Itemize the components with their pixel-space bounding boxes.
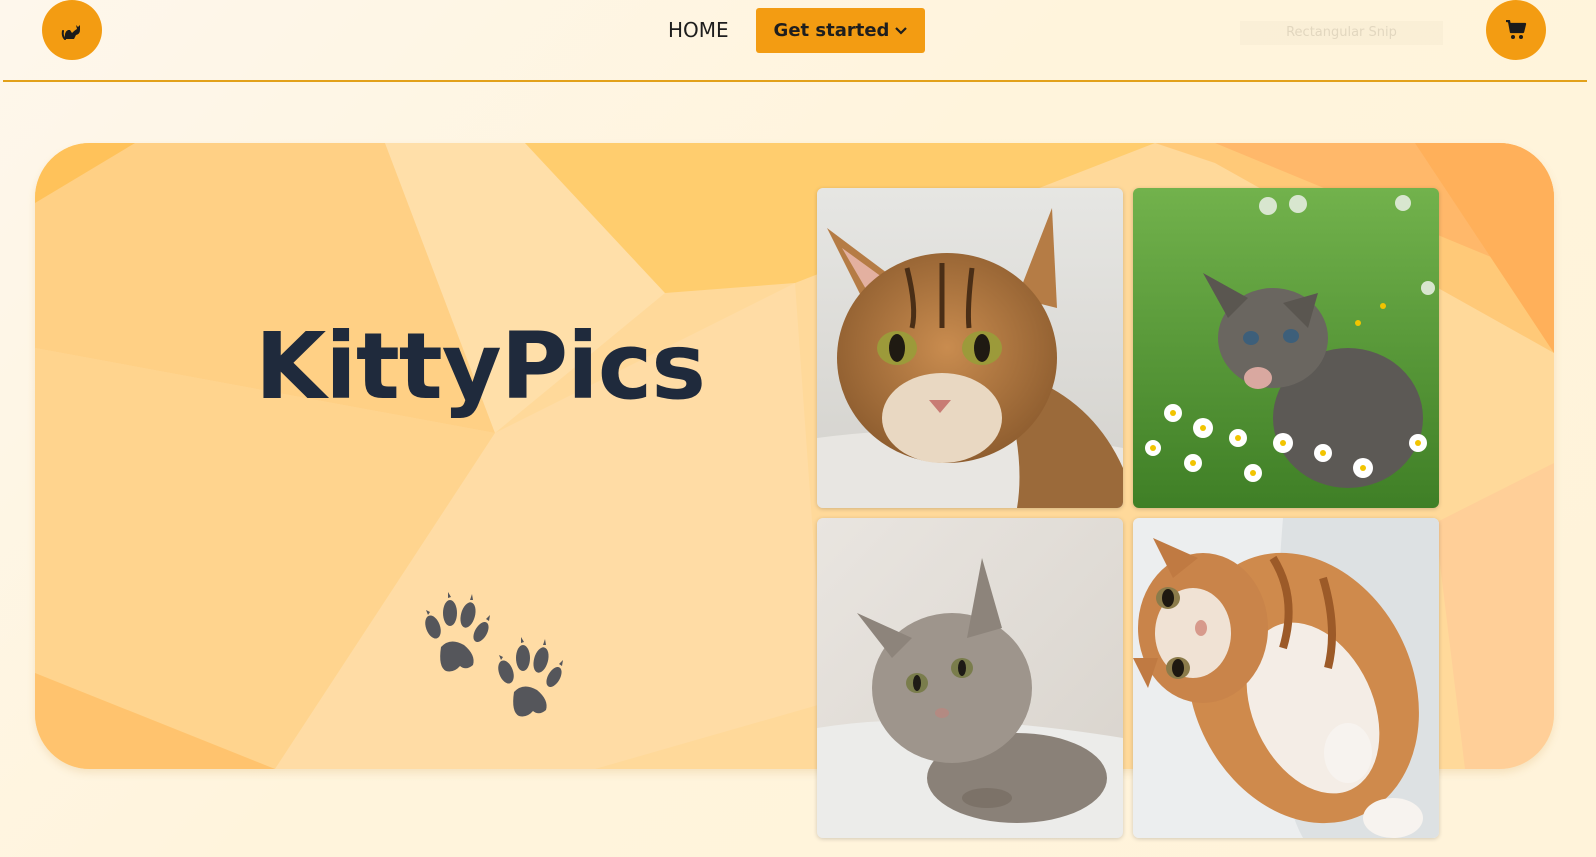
tabby-cat-photo[interactable]: [817, 188, 1123, 508]
chevron-down-icon: [895, 26, 908, 35]
get-started-button[interactable]: Get started: [756, 8, 925, 53]
paw-prints-icon: [425, 592, 563, 717]
fluffy-kitten-photo[interactable]: [817, 518, 1123, 838]
rectangular-snip-overlay: Rectangular Snip: [1240, 21, 1443, 45]
kitten-in-flowers-photo[interactable]: [1133, 188, 1439, 508]
navbar-divider: [3, 80, 1587, 82]
logo-button[interactable]: [42, 0, 102, 60]
navbar: HOME Get started Rectangular Snip: [0, 0, 1596, 81]
tabby-cat-image: [817, 188, 1123, 508]
cat-icon: [61, 25, 80, 40]
hero-title: KittyPics: [255, 313, 706, 420]
get-started-label: Get started: [773, 20, 890, 41]
ginger-kitten-photo[interactable]: [1133, 518, 1439, 838]
fluffy-kitten-image: [817, 518, 1123, 838]
ginger-kitten-image: [1133, 518, 1439, 838]
kitten-in-flowers-image: [1133, 188, 1439, 508]
cart-icon: [1506, 20, 1527, 39]
cart-button[interactable]: [1486, 0, 1546, 60]
home-link[interactable]: HOME: [668, 16, 729, 44]
